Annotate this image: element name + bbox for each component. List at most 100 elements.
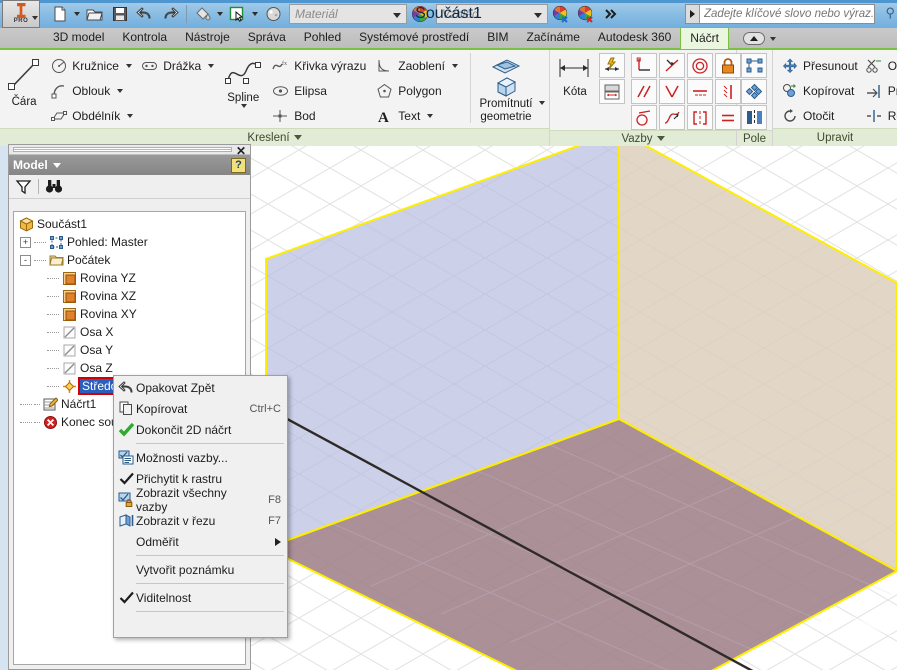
smooth-constraint-icon[interactable] — [659, 105, 685, 130]
chevron-down-icon[interactable] — [32, 16, 38, 20]
point-tool-button[interactable]: Bod — [268, 104, 370, 128]
material-combo[interactable]: Materiál — [289, 4, 407, 24]
concentric-constraint-icon[interactable] — [687, 53, 713, 78]
new-document-button[interactable] — [48, 3, 72, 25]
perpendicular-constraint-icon[interactable] — [631, 53, 657, 78]
appearance-color-button[interactable] — [408, 3, 432, 25]
dimension-tool-button[interactable]: Kóta — [554, 53, 596, 98]
expand-icon[interactable]: + — [20, 236, 31, 248]
more-commands-button[interactable] — [599, 3, 623, 25]
panel-title-upravit[interactable]: Upravit — [773, 128, 897, 146]
project-geometry-dropdown-icon[interactable] — [539, 100, 545, 105]
collapse-icon[interactable]: - — [20, 254, 31, 266]
horizontal-constraint-icon[interactable] — [687, 79, 713, 104]
tab-nastroje[interactable]: Nástroje — [176, 27, 239, 48]
coincident-constraint-icon[interactable] — [659, 53, 685, 78]
equation-curve-tool-button[interactable]: fx Křivka výrazu — [268, 54, 370, 78]
collinear-constraint-icon[interactable] — [659, 79, 685, 104]
split-tool-button[interactable]: Rozdělit — [862, 104, 897, 128]
find-binoculars-icon[interactable] — [45, 178, 63, 195]
move-tool-button[interactable]: Přesunout — [777, 54, 862, 78]
save-document-button[interactable] — [108, 3, 132, 25]
search-input[interactable] — [700, 8, 874, 20]
search-icon[interactable]: ⚲ — [885, 5, 895, 21]
project-geometry-button[interactable]: Promítnutí geometrie — [469, 53, 537, 123]
browser-grip[interactable]: ✕ — [9, 144, 250, 158]
dimension-settings-icon[interactable] — [599, 79, 625, 104]
chevron-down-icon[interactable] — [241, 104, 248, 108]
chevron-down-icon[interactable] — [769, 36, 776, 41]
ellipse-tool-button[interactable]: Elipsa — [268, 79, 370, 103]
application-menu-button[interactable]: PRO — [2, 0, 40, 28]
undo-button[interactable] — [133, 3, 157, 25]
tab-systemove-prostredi[interactable]: Systémové prostředí — [350, 27, 478, 48]
chevron-down-icon[interactable] — [427, 114, 434, 118]
copy-tool-button[interactable]: Kopírovat — [777, 79, 862, 103]
symmetric-constraint-icon[interactable] — [687, 105, 713, 130]
tab-bim[interactable]: BIM — [478, 27, 517, 48]
tab-nacrt[interactable]: Náčrt — [680, 27, 729, 49]
material-dropdown-icon[interactable] — [217, 12, 223, 16]
tab-autodesk-360[interactable]: Autodesk 360 — [589, 27, 680, 48]
rectangular-pattern-icon[interactable] — [741, 53, 767, 78]
select-dropdown-icon[interactable] — [252, 12, 258, 16]
menu-item-repeat-undo[interactable]: Opakovat Zpět — [114, 377, 287, 398]
menu-item-constraint-options[interactable]: Možnosti vazby... — [114, 447, 287, 468]
trim-tool-button[interactable]: Oříznout — [862, 54, 897, 78]
panel-title-pole[interactable]: Pole — [737, 130, 772, 146]
appearance-combo[interactable]: Vzhled — [436, 4, 548, 24]
tab-pohled[interactable]: Pohled — [295, 27, 350, 48]
tree-item-part[interactable]: Součást1 — [14, 215, 245, 233]
minimize-ribbon-button[interactable] — [742, 32, 776, 48]
spline-tool-button[interactable]: Spline — [222, 53, 264, 108]
fillet-tool-button[interactable]: Zaoblení — [372, 54, 462, 78]
tree-item-plane-xy[interactable]: Rovina XY — [14, 305, 245, 323]
chevron-down-icon[interactable] — [125, 64, 132, 68]
search-box[interactable] — [685, 4, 875, 24]
tab-sprava[interactable]: Správa — [239, 27, 295, 48]
tree-item-origin[interactable]: - Počátek — [14, 251, 245, 269]
menu-item-visibility[interactable]: Viditelnost — [114, 587, 287, 608]
redo-button[interactable] — [158, 3, 182, 25]
tree-item-plane-yz[interactable]: Rovina YZ — [14, 269, 245, 287]
chevron-down-icon[interactable] — [127, 114, 134, 118]
tree-item-axis-x[interactable]: Osa X — [14, 323, 245, 341]
tree-item-view-master[interactable]: + Pohled: Master — [14, 233, 245, 251]
chevron-down-icon[interactable] — [451, 64, 458, 68]
tree-item-axis-y[interactable]: Osa Y — [14, 341, 245, 359]
mirror-icon[interactable] — [741, 105, 767, 130]
auto-dimension-icon[interactable] — [599, 53, 625, 78]
tab-zaciname[interactable]: Začínáme — [518, 27, 589, 48]
parallel-constraint-icon[interactable] — [631, 79, 657, 104]
clear-appearance-button[interactable] — [574, 3, 598, 25]
new-document-dropdown-icon[interactable] — [74, 12, 80, 16]
tree-item-plane-xz[interactable]: Rovina XZ — [14, 287, 245, 305]
line-tool-button[interactable]: Čára — [4, 53, 44, 108]
chevron-down-icon[interactable] — [117, 89, 124, 93]
chevron-down-icon[interactable] — [656, 136, 665, 141]
polygon-tool-button[interactable]: Polygon — [372, 79, 462, 103]
extend-tool-button[interactable]: Prodloužit — [862, 79, 897, 103]
open-document-button[interactable] — [83, 3, 107, 25]
material-sphere-button[interactable] — [261, 3, 285, 25]
browser-header[interactable]: Model ? — [9, 155, 250, 175]
graphics-viewport[interactable]: Z Y X — [251, 146, 897, 670]
slot-tool-button[interactable]: Drážka — [137, 54, 218, 78]
search-dropdown-icon[interactable] — [686, 5, 700, 23]
circular-pattern-icon[interactable] — [741, 79, 767, 104]
arc-tool-button[interactable]: Oblouk — [46, 79, 137, 103]
menu-item-finish-sketch[interactable]: Dokončit 2D náčrt — [114, 419, 287, 440]
circle-tool-button[interactable]: Kružnice — [46, 54, 137, 78]
menu-item-copy[interactable]: Kopírovat Ctrl+C — [114, 398, 287, 419]
material-paint-button[interactable] — [191, 3, 215, 25]
text-tool-button[interactable]: A Text — [372, 104, 462, 128]
viewport-canvas[interactable]: Z Y X — [251, 146, 897, 670]
appearance-apply-button[interactable] — [549, 3, 573, 25]
chevron-down-icon[interactable] — [393, 13, 401, 18]
close-icon[interactable]: ✕ — [236, 144, 246, 158]
filter-icon[interactable] — [15, 178, 32, 195]
menu-item-how-to[interactable] — [114, 615, 287, 636]
rotate-tool-button[interactable]: Otočit — [777, 104, 862, 128]
submenu-arrow-icon[interactable] — [275, 537, 281, 546]
chevron-down-icon[interactable] — [208, 64, 215, 68]
